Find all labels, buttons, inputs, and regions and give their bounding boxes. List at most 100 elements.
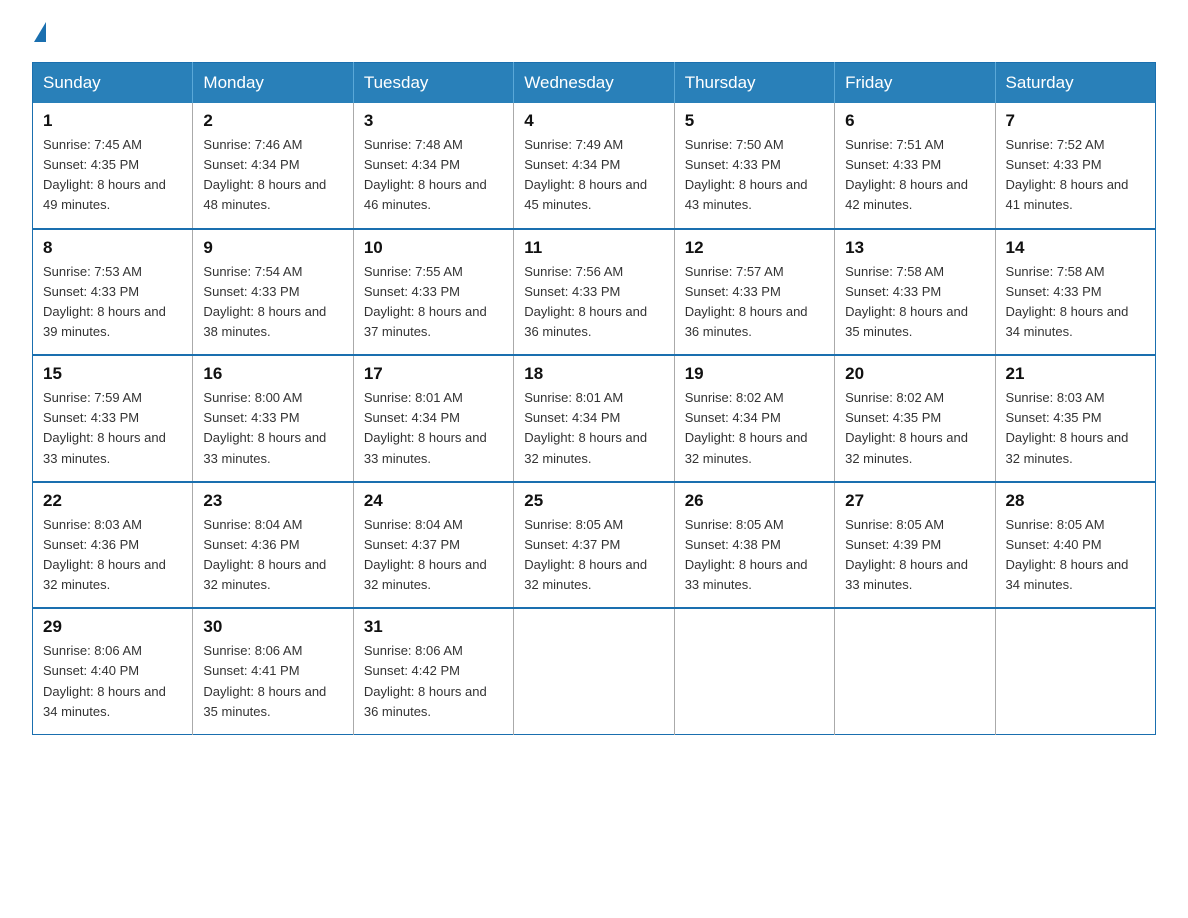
day-cell: 27 Sunrise: 8:05 AMSunset: 4:39 PMDaylig…: [835, 482, 995, 609]
day-cell: 17 Sunrise: 8:01 AMSunset: 4:34 PMDaylig…: [353, 355, 513, 482]
day-number: 8: [43, 238, 182, 258]
week-row-1: 1 Sunrise: 7:45 AMSunset: 4:35 PMDayligh…: [33, 103, 1156, 229]
day-number: 14: [1006, 238, 1145, 258]
day-cell: 12 Sunrise: 7:57 AMSunset: 4:33 PMDaylig…: [674, 229, 834, 356]
column-header-monday: Monday: [193, 63, 353, 104]
day-cell: 19 Sunrise: 8:02 AMSunset: 4:34 PMDaylig…: [674, 355, 834, 482]
day-number: 19: [685, 364, 824, 384]
day-cell: 29 Sunrise: 8:06 AMSunset: 4:40 PMDaylig…: [33, 608, 193, 734]
day-info: Sunrise: 7:58 AMSunset: 4:33 PMDaylight:…: [845, 264, 968, 339]
day-number: 9: [203, 238, 342, 258]
day-cell: 22 Sunrise: 8:03 AMSunset: 4:36 PMDaylig…: [33, 482, 193, 609]
day-info: Sunrise: 8:03 AMSunset: 4:36 PMDaylight:…: [43, 517, 166, 592]
day-number: 3: [364, 111, 503, 131]
day-info: Sunrise: 7:51 AMSunset: 4:33 PMDaylight:…: [845, 137, 968, 212]
day-number: 4: [524, 111, 663, 131]
day-number: 25: [524, 491, 663, 511]
day-cell: [835, 608, 995, 734]
column-header-tuesday: Tuesday: [353, 63, 513, 104]
day-info: Sunrise: 7:59 AMSunset: 4:33 PMDaylight:…: [43, 390, 166, 465]
logo-triangle-icon: [34, 22, 46, 42]
day-info: Sunrise: 8:06 AMSunset: 4:40 PMDaylight:…: [43, 643, 166, 718]
day-number: 7: [1006, 111, 1145, 131]
day-number: 28: [1006, 491, 1145, 511]
day-number: 24: [364, 491, 503, 511]
day-number: 13: [845, 238, 984, 258]
day-number: 11: [524, 238, 663, 258]
column-header-friday: Friday: [835, 63, 995, 104]
day-info: Sunrise: 7:48 AMSunset: 4:34 PMDaylight:…: [364, 137, 487, 212]
day-number: 27: [845, 491, 984, 511]
day-info: Sunrise: 7:54 AMSunset: 4:33 PMDaylight:…: [203, 264, 326, 339]
day-number: 20: [845, 364, 984, 384]
calendar-header-row: SundayMondayTuesdayWednesdayThursdayFrid…: [33, 63, 1156, 104]
day-cell: 5 Sunrise: 7:50 AMSunset: 4:33 PMDayligh…: [674, 103, 834, 229]
day-info: Sunrise: 8:05 AMSunset: 4:37 PMDaylight:…: [524, 517, 647, 592]
day-info: Sunrise: 8:01 AMSunset: 4:34 PMDaylight:…: [364, 390, 487, 465]
day-number: 15: [43, 364, 182, 384]
day-cell: 23 Sunrise: 8:04 AMSunset: 4:36 PMDaylig…: [193, 482, 353, 609]
week-row-3: 15 Sunrise: 7:59 AMSunset: 4:33 PMDaylig…: [33, 355, 1156, 482]
day-cell: 2 Sunrise: 7:46 AMSunset: 4:34 PMDayligh…: [193, 103, 353, 229]
week-row-2: 8 Sunrise: 7:53 AMSunset: 4:33 PMDayligh…: [33, 229, 1156, 356]
calendar-table: SundayMondayTuesdayWednesdayThursdayFrid…: [32, 62, 1156, 735]
day-number: 30: [203, 617, 342, 637]
day-number: 23: [203, 491, 342, 511]
day-number: 6: [845, 111, 984, 131]
day-number: 31: [364, 617, 503, 637]
day-cell: 10 Sunrise: 7:55 AMSunset: 4:33 PMDaylig…: [353, 229, 513, 356]
column-header-sunday: Sunday: [33, 63, 193, 104]
column-header-wednesday: Wednesday: [514, 63, 674, 104]
day-cell: 30 Sunrise: 8:06 AMSunset: 4:41 PMDaylig…: [193, 608, 353, 734]
day-info: Sunrise: 8:06 AMSunset: 4:42 PMDaylight:…: [364, 643, 487, 718]
day-cell: 21 Sunrise: 8:03 AMSunset: 4:35 PMDaylig…: [995, 355, 1155, 482]
day-cell: 8 Sunrise: 7:53 AMSunset: 4:33 PMDayligh…: [33, 229, 193, 356]
day-cell: 11 Sunrise: 7:56 AMSunset: 4:33 PMDaylig…: [514, 229, 674, 356]
logo: [32, 24, 46, 44]
day-info: Sunrise: 8:05 AMSunset: 4:40 PMDaylight:…: [1006, 517, 1129, 592]
day-number: 26: [685, 491, 824, 511]
day-info: Sunrise: 8:02 AMSunset: 4:34 PMDaylight:…: [685, 390, 808, 465]
day-info: Sunrise: 7:58 AMSunset: 4:33 PMDaylight:…: [1006, 264, 1129, 339]
day-cell: [514, 608, 674, 734]
day-info: Sunrise: 7:57 AMSunset: 4:33 PMDaylight:…: [685, 264, 808, 339]
day-number: 18: [524, 364, 663, 384]
day-info: Sunrise: 8:06 AMSunset: 4:41 PMDaylight:…: [203, 643, 326, 718]
day-cell: 16 Sunrise: 8:00 AMSunset: 4:33 PMDaylig…: [193, 355, 353, 482]
day-info: Sunrise: 7:55 AMSunset: 4:33 PMDaylight:…: [364, 264, 487, 339]
day-cell: 4 Sunrise: 7:49 AMSunset: 4:34 PMDayligh…: [514, 103, 674, 229]
day-number: 16: [203, 364, 342, 384]
day-cell: 13 Sunrise: 7:58 AMSunset: 4:33 PMDaylig…: [835, 229, 995, 356]
day-number: 21: [1006, 364, 1145, 384]
day-info: Sunrise: 8:04 AMSunset: 4:36 PMDaylight:…: [203, 517, 326, 592]
day-cell: [995, 608, 1155, 734]
day-cell: 3 Sunrise: 7:48 AMSunset: 4:34 PMDayligh…: [353, 103, 513, 229]
day-number: 12: [685, 238, 824, 258]
day-cell: 24 Sunrise: 8:04 AMSunset: 4:37 PMDaylig…: [353, 482, 513, 609]
day-cell: 14 Sunrise: 7:58 AMSunset: 4:33 PMDaylig…: [995, 229, 1155, 356]
day-cell: 20 Sunrise: 8:02 AMSunset: 4:35 PMDaylig…: [835, 355, 995, 482]
day-info: Sunrise: 7:52 AMSunset: 4:33 PMDaylight:…: [1006, 137, 1129, 212]
day-cell: 28 Sunrise: 8:05 AMSunset: 4:40 PMDaylig…: [995, 482, 1155, 609]
day-number: 10: [364, 238, 503, 258]
day-info: Sunrise: 7:46 AMSunset: 4:34 PMDaylight:…: [203, 137, 326, 212]
day-cell: [674, 608, 834, 734]
day-info: Sunrise: 8:04 AMSunset: 4:37 PMDaylight:…: [364, 517, 487, 592]
day-number: 22: [43, 491, 182, 511]
day-info: Sunrise: 8:01 AMSunset: 4:34 PMDaylight:…: [524, 390, 647, 465]
day-number: 29: [43, 617, 182, 637]
column-header-saturday: Saturday: [995, 63, 1155, 104]
week-row-5: 29 Sunrise: 8:06 AMSunset: 4:40 PMDaylig…: [33, 608, 1156, 734]
day-info: Sunrise: 7:49 AMSunset: 4:34 PMDaylight:…: [524, 137, 647, 212]
day-info: Sunrise: 8:05 AMSunset: 4:38 PMDaylight:…: [685, 517, 808, 592]
page-header: [32, 24, 1156, 44]
day-info: Sunrise: 7:45 AMSunset: 4:35 PMDaylight:…: [43, 137, 166, 212]
day-cell: 9 Sunrise: 7:54 AMSunset: 4:33 PMDayligh…: [193, 229, 353, 356]
day-info: Sunrise: 7:56 AMSunset: 4:33 PMDaylight:…: [524, 264, 647, 339]
day-number: 17: [364, 364, 503, 384]
day-info: Sunrise: 8:00 AMSunset: 4:33 PMDaylight:…: [203, 390, 326, 465]
day-info: Sunrise: 7:53 AMSunset: 4:33 PMDaylight:…: [43, 264, 166, 339]
day-cell: 6 Sunrise: 7:51 AMSunset: 4:33 PMDayligh…: [835, 103, 995, 229]
day-number: 2: [203, 111, 342, 131]
day-info: Sunrise: 8:03 AMSunset: 4:35 PMDaylight:…: [1006, 390, 1129, 465]
